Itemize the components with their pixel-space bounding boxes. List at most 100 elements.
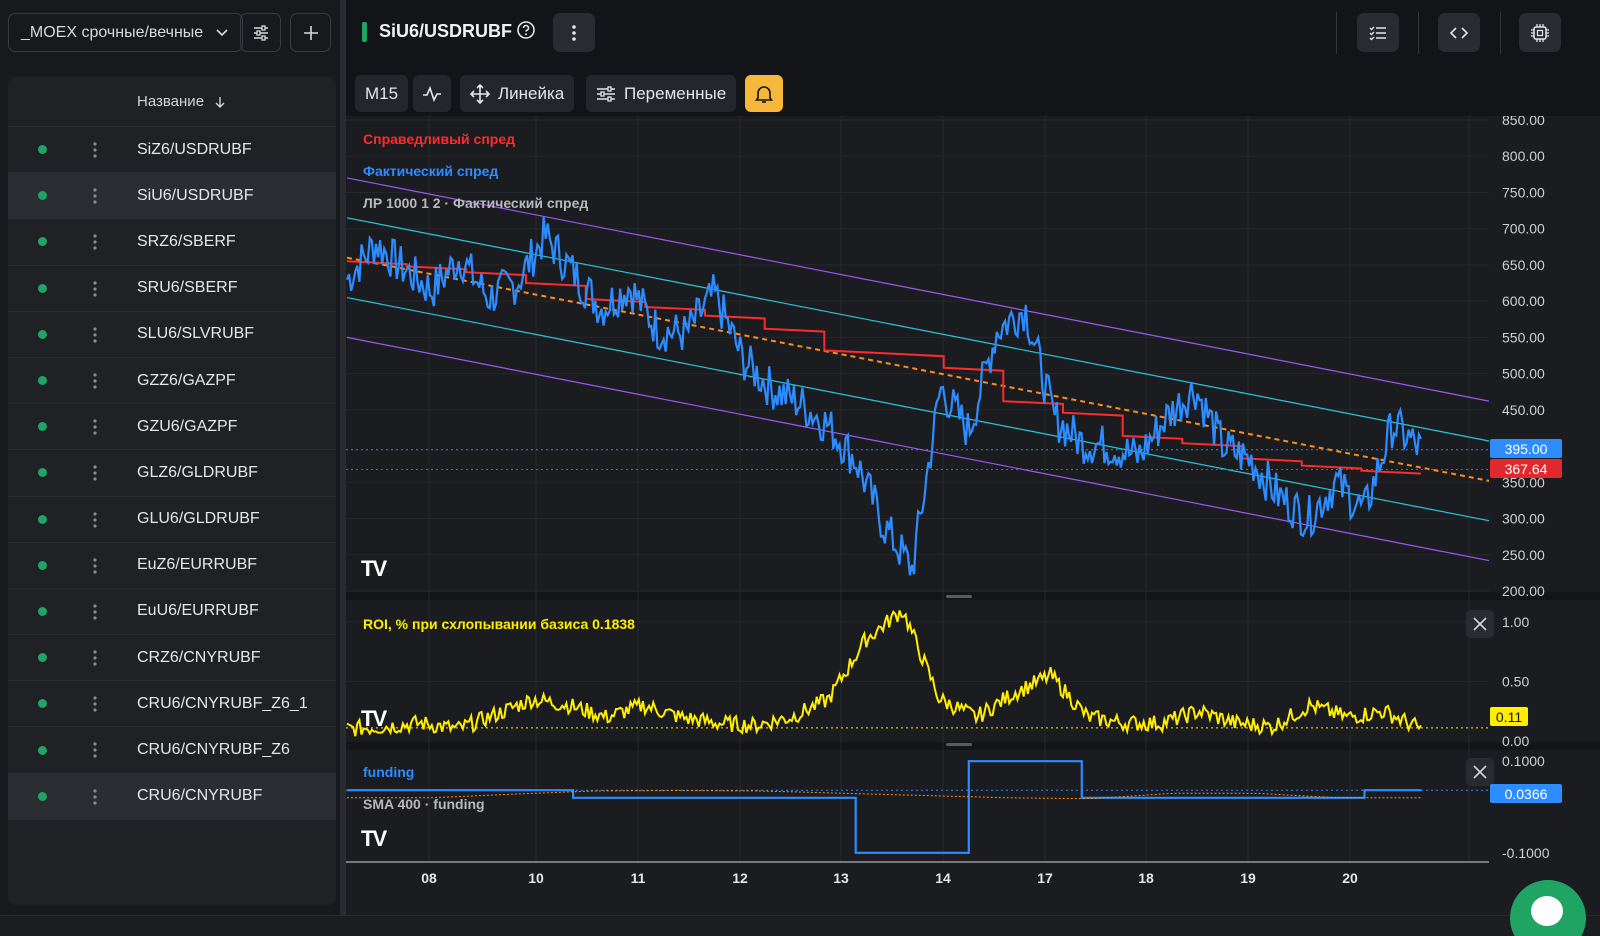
more-menu-button[interactable] xyxy=(553,13,595,52)
watchlist-dropdown[interactable]: _MOEX срочные/вечные xyxy=(8,13,243,52)
list-item[interactable]: SLU6/SLVRUBF xyxy=(8,312,336,358)
y-tick-label: 600.00 xyxy=(1502,293,1545,309)
list-item[interactable]: SRZ6/SBERF xyxy=(8,219,336,266)
last-actual-spread-tag: 395.00 xyxy=(1490,439,1562,458)
y-tick-label: 1.00 xyxy=(1502,614,1529,630)
ruler-label: Линейка xyxy=(498,83,565,103)
column-header-name[interactable]: Название xyxy=(8,77,336,127)
legend-roi[interactable]: ROI, % при схлопывании базиса 0.1838 xyxy=(363,616,635,632)
x-tick-label: 12 xyxy=(732,870,748,886)
kebab-icon[interactable] xyxy=(92,649,98,667)
status-dot xyxy=(38,283,47,293)
ruler-button[interactable]: Линейка xyxy=(460,75,575,112)
last-roi-tag: 0.11 xyxy=(1490,707,1528,726)
list-item[interactable]: EuU6/EURRUBF xyxy=(8,589,336,636)
kebab-icon[interactable] xyxy=(92,280,98,298)
status-dot xyxy=(38,699,47,709)
status-dot xyxy=(38,191,47,201)
plus-icon xyxy=(303,25,318,40)
watchlist-sidebar: _MOEX срочные/вечные Название SiZ6/USDRU… xyxy=(0,0,340,936)
x-tick-label: 18 xyxy=(1138,870,1154,886)
status-dot xyxy=(38,560,47,570)
y-tick-label: -0.1000 xyxy=(1502,845,1550,861)
list-item[interactable]: GZU6/GAZPF xyxy=(8,404,336,451)
symbol-name: SiU6/USDRUBF xyxy=(137,186,254,204)
pane-separator xyxy=(346,742,1600,750)
kebab-icon[interactable] xyxy=(92,557,98,575)
symbol-name: SRZ6/SBERF xyxy=(137,232,236,250)
chart-area[interactable]: 850.00 800.00 750.00 700.00 650.00 600.00 550.… xyxy=(346,116,1600,915)
x-tick-label: 19 xyxy=(1240,870,1256,886)
status-dot xyxy=(38,606,47,616)
chip-icon xyxy=(1531,23,1549,42)
kebab-icon[interactable] xyxy=(92,187,98,205)
chat-bubble-icon xyxy=(1531,896,1563,926)
y-tick-label: 650.00 xyxy=(1502,257,1545,273)
kebab-icon[interactable] xyxy=(92,418,98,436)
symbol-name: SRU6/SBERF xyxy=(137,279,238,297)
y-tick-label: 250.00 xyxy=(1502,547,1545,563)
kebab-icon[interactable] xyxy=(92,233,98,251)
y-tick-label: 550.00 xyxy=(1502,329,1545,345)
y-tick-label: 750.00 xyxy=(1502,184,1545,200)
list-item[interactable]: GLZ6/GLDRUBF xyxy=(8,450,336,497)
close-roi-pane-button[interactable] xyxy=(1466,610,1494,638)
list-item[interactable]: CRU6/CNYRUBF_Z6 xyxy=(8,727,336,774)
variables-button[interactable]: Переменные xyxy=(586,75,737,112)
y-tick-label: 0.00 xyxy=(1502,733,1529,749)
alerts-button[interactable] xyxy=(745,75,783,112)
kebab-icon[interactable] xyxy=(92,741,98,759)
pane-resize-handle xyxy=(946,595,972,598)
status-strip xyxy=(0,915,1600,936)
x-tick-label: 14 xyxy=(935,870,951,886)
symbol-name: CRU6/CNYRUBF_Z6 xyxy=(137,741,290,759)
x-tick-label: 11 xyxy=(631,870,646,886)
symbol-name: CRU6/CNYRUBF xyxy=(137,787,263,805)
status-dot xyxy=(38,791,47,801)
status-dot xyxy=(38,653,47,663)
chevron-down-icon xyxy=(216,29,228,37)
legend-funding[interactable]: funding xyxy=(363,764,414,780)
separator xyxy=(1336,12,1337,54)
symbol-list: Название SiZ6/USDRUBF SiU6/USDRUBF SRZ6/SB… xyxy=(8,77,336,905)
chart-header: SiU6/USDRUBF xyxy=(346,0,1600,66)
legend-actual-spread[interactable]: Фактический спред xyxy=(363,163,498,179)
legend-regression[interactable]: ЛР 1000 1 2 · Фактический спред xyxy=(363,195,588,211)
add-symbol-button[interactable] xyxy=(290,13,331,52)
list-item[interactable]: SiZ6/USDRUBF xyxy=(8,127,336,174)
help-icon[interactable] xyxy=(516,20,536,40)
list-item[interactable]: EuZ6/EURRUBF xyxy=(8,543,336,589)
chip-settings-button[interactable] xyxy=(1519,13,1561,52)
y-tick-label: 300.00 xyxy=(1502,511,1545,527)
indicators-button[interactable] xyxy=(413,75,451,112)
y-tick-label: 700.00 xyxy=(1502,221,1545,237)
kebab-icon[interactable] xyxy=(92,695,98,713)
kebab-icon[interactable] xyxy=(92,326,98,344)
last-fair-spread-tag: 367.64 xyxy=(1490,459,1562,478)
list-item[interactable]: SiU6/USDRUBF xyxy=(8,173,336,220)
list-item[interactable]: CRZ6/CNYRUBF xyxy=(8,635,336,682)
interval-button[interactable]: M15 xyxy=(355,75,409,112)
list-item[interactable]: GLU6/GLDRUBF xyxy=(8,497,336,543)
list-item[interactable]: CRU6/CNYRUBF xyxy=(8,773,336,820)
watchlist-settings-button[interactable] xyxy=(240,13,281,52)
kebab-icon[interactable] xyxy=(92,511,98,529)
checklist-button[interactable] xyxy=(1357,13,1399,52)
code-button[interactable] xyxy=(1438,13,1480,52)
kebab-icon[interactable] xyxy=(92,141,98,159)
kebab-icon[interactable] xyxy=(92,372,98,390)
kebab-icon[interactable] xyxy=(92,464,98,482)
legend-sma-funding[interactable]: SMA 400 · funding xyxy=(363,796,485,812)
list-item[interactable]: SRU6/SBERF xyxy=(8,266,336,312)
chart-canvas[interactable]: 850.00 800.00 750.00 700.00 650.00 600.00 550.… xyxy=(346,116,1600,915)
tradingview-logo: TV xyxy=(361,706,387,731)
list-item[interactable]: CRU6/CNYRUBF_Z6_1 xyxy=(8,681,336,728)
list-item[interactable]: GZZ6/GAZPF xyxy=(8,358,336,405)
kebab-icon[interactable] xyxy=(92,603,98,621)
legend-fair-spread[interactable]: Справедливый спред xyxy=(363,131,515,147)
close-funding-pane-button[interactable] xyxy=(1466,758,1494,786)
symbol-title[interactable]: SiU6/USDRUBF xyxy=(379,21,512,42)
kebab-icon[interactable] xyxy=(92,788,98,806)
watchlist-name: _MOEX срочные/вечные xyxy=(21,23,204,41)
sliders-icon xyxy=(253,24,268,41)
